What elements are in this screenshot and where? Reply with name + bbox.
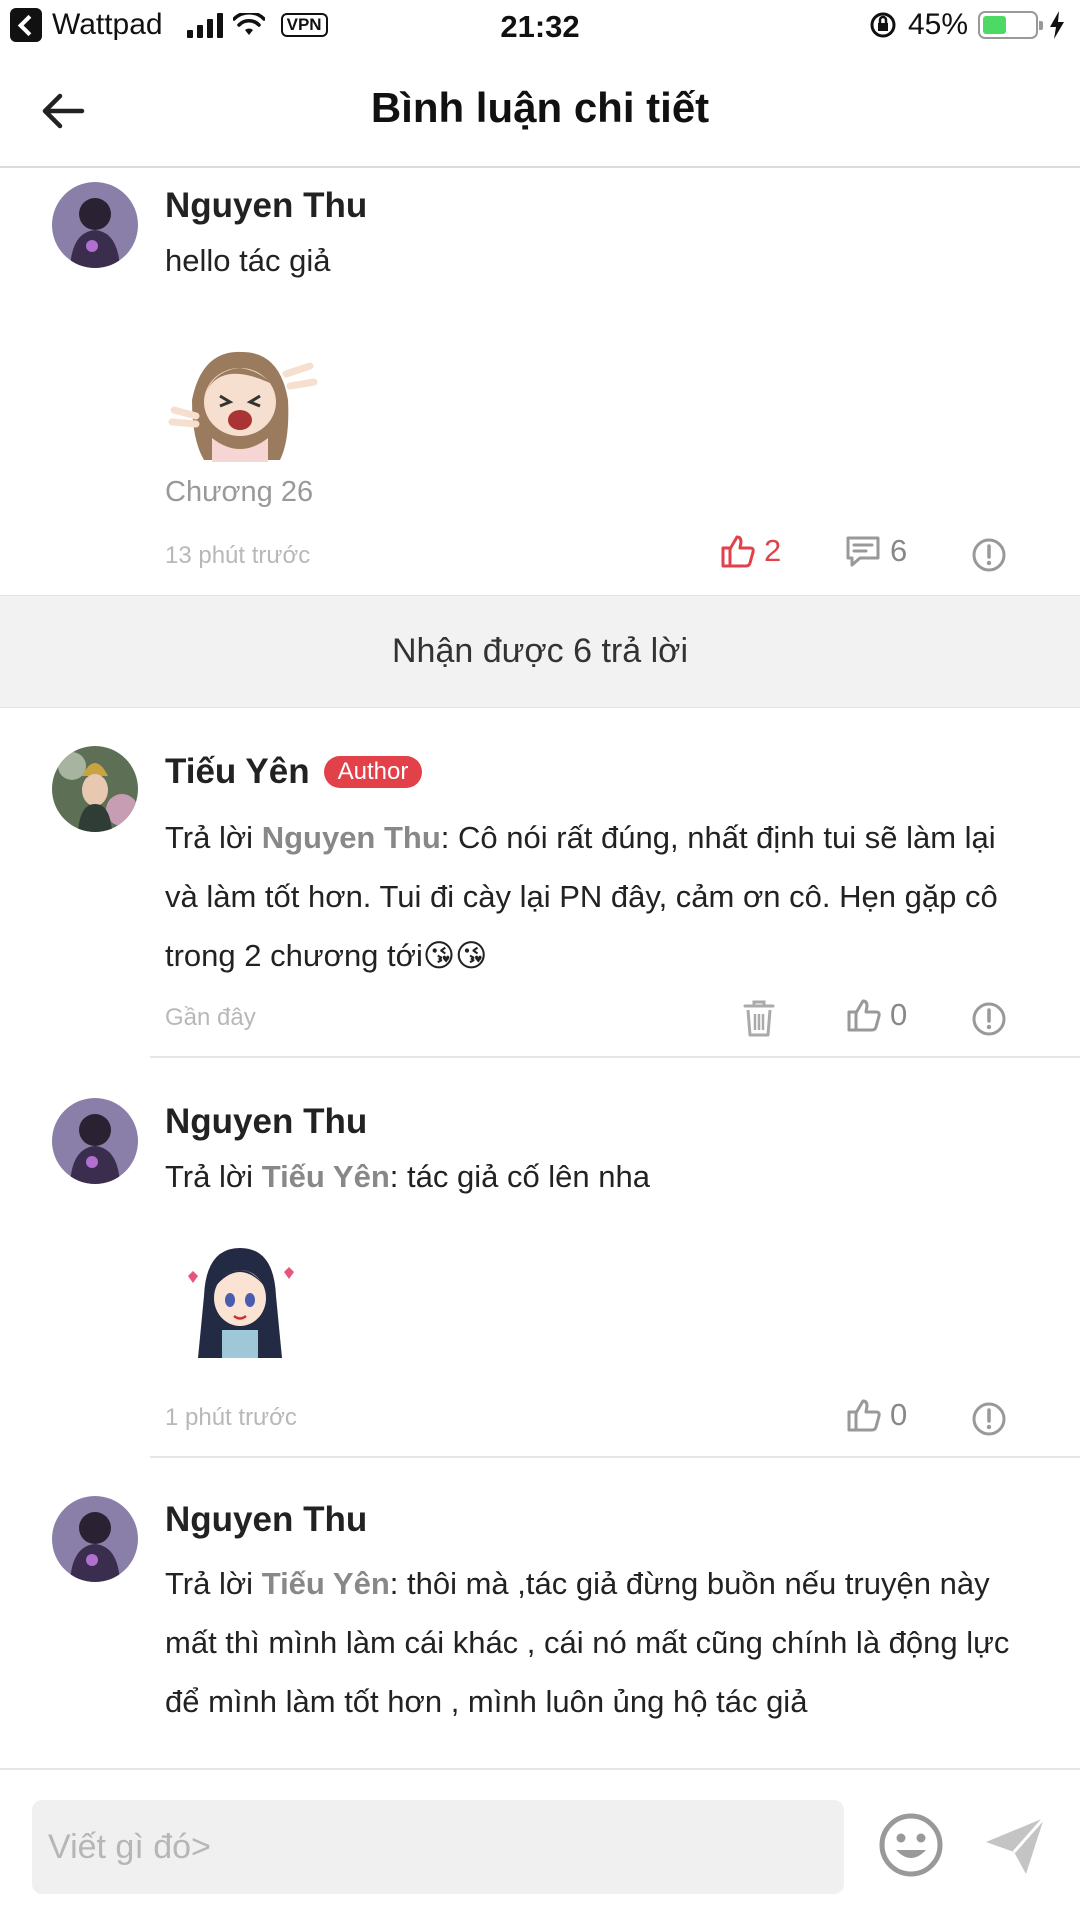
comment-text: Trả lời Tiếu Yên: thôi mà ,tác giả đừng … bbox=[165, 1554, 1035, 1731]
comment-icon bbox=[846, 536, 880, 567]
author-badge: Author bbox=[323, 756, 423, 788]
reply-to-user[interactable]: Tiếu Yên bbox=[262, 1566, 390, 1601]
reply-to-user[interactable]: Tiếu Yên bbox=[262, 1159, 390, 1194]
avatar[interactable] bbox=[52, 1496, 138, 1582]
report-icon[interactable] bbox=[970, 536, 1008, 574]
comment-author[interactable]: Nguyen Thu bbox=[165, 1500, 367, 1540]
chapter-label[interactable]: Chương 26 bbox=[165, 476, 313, 509]
comment-composer bbox=[0, 1768, 1080, 1920]
charging-icon bbox=[1050, 11, 1064, 39]
trash-icon[interactable] bbox=[742, 998, 776, 1038]
reply-to-user[interactable]: Nguyen Thu bbox=[262, 820, 441, 855]
battery-percent: 45% bbox=[907, 8, 968, 41]
like-button[interactable]: 0 bbox=[844, 996, 907, 1034]
report-icon[interactable] bbox=[970, 1400, 1008, 1438]
comment-author[interactable]: Nguyen Thu bbox=[165, 186, 367, 226]
avatar[interactable] bbox=[52, 1098, 138, 1184]
reply-count-button[interactable]: 6 bbox=[844, 532, 907, 570]
like-button[interactable]: 0 bbox=[844, 1396, 907, 1434]
sticker-image bbox=[188, 1248, 294, 1358]
like-count: 0 bbox=[890, 997, 908, 1032]
header: Bình luận chi tiết bbox=[0, 54, 1080, 168]
comment-input[interactable] bbox=[32, 1800, 844, 1894]
author-name[interactable]: Tiếu Yên bbox=[165, 752, 310, 791]
reply-comment: Tiếu Yên Author Trả lời Nguyen Thu: Cô nó… bbox=[0, 708, 1080, 1058]
replies-summary: Nhận được 6 trả lời bbox=[0, 595, 1080, 708]
report-icon[interactable] bbox=[970, 1000, 1008, 1038]
reply-body: : tác giả cố lên nha bbox=[389, 1159, 650, 1194]
comment-time: 13 phút trước bbox=[165, 542, 311, 569]
reply-comment: Nguyen Thu Trả lời Tiếu Yên: thôi mà ,tá… bbox=[0, 1458, 1080, 1768]
send-icon[interactable] bbox=[982, 1812, 1048, 1878]
comment-time: 1 phút trước bbox=[165, 1404, 297, 1431]
like-icon bbox=[721, 535, 755, 568]
emoji-icon[interactable] bbox=[878, 1812, 944, 1878]
status-bar: Wattpad VPN 21:32 45% bbox=[0, 0, 1080, 54]
reply-prefix: Trả lời bbox=[165, 1159, 262, 1194]
reply-prefix: Trả lời bbox=[165, 1566, 262, 1601]
like-count: 2 bbox=[764, 533, 782, 568]
comment-text: hello tác giả bbox=[165, 243, 331, 278]
like-icon bbox=[847, 999, 881, 1032]
main-comment: Nguyen Thu hello tác giả Chương 26 13 ph… bbox=[0, 168, 1080, 595]
page-title: Bình luận chi tiết bbox=[370, 84, 710, 131]
like-icon bbox=[847, 1399, 881, 1432]
comment-author[interactable]: Nguyen Thu bbox=[165, 1102, 367, 1142]
battery-icon bbox=[978, 11, 1043, 39]
comment-time: Gần đây bbox=[165, 1004, 256, 1031]
orientation-lock-icon bbox=[870, 12, 896, 38]
like-count: 0 bbox=[890, 1397, 908, 1432]
comment-text: Trả lời Tiếu Yên: tác giả cố lên nha bbox=[165, 1156, 1035, 1198]
reply-comment: Nguyen Thu Trả lời Tiếu Yên: tác giả cố … bbox=[0, 1058, 1080, 1458]
reply-count: 6 bbox=[890, 533, 908, 568]
sticker-image bbox=[168, 351, 318, 462]
avatar[interactable] bbox=[52, 746, 138, 832]
comment-author[interactable]: Tiếu Yên Author bbox=[165, 752, 423, 792]
like-button[interactable]: 2 bbox=[718, 532, 781, 570]
comment-text: Trả lời Nguyen Thu: Cô nói rất đúng, nhấ… bbox=[165, 808, 1035, 985]
reply-prefix: Trả lời bbox=[165, 820, 262, 855]
avatar[interactable] bbox=[52, 182, 138, 268]
